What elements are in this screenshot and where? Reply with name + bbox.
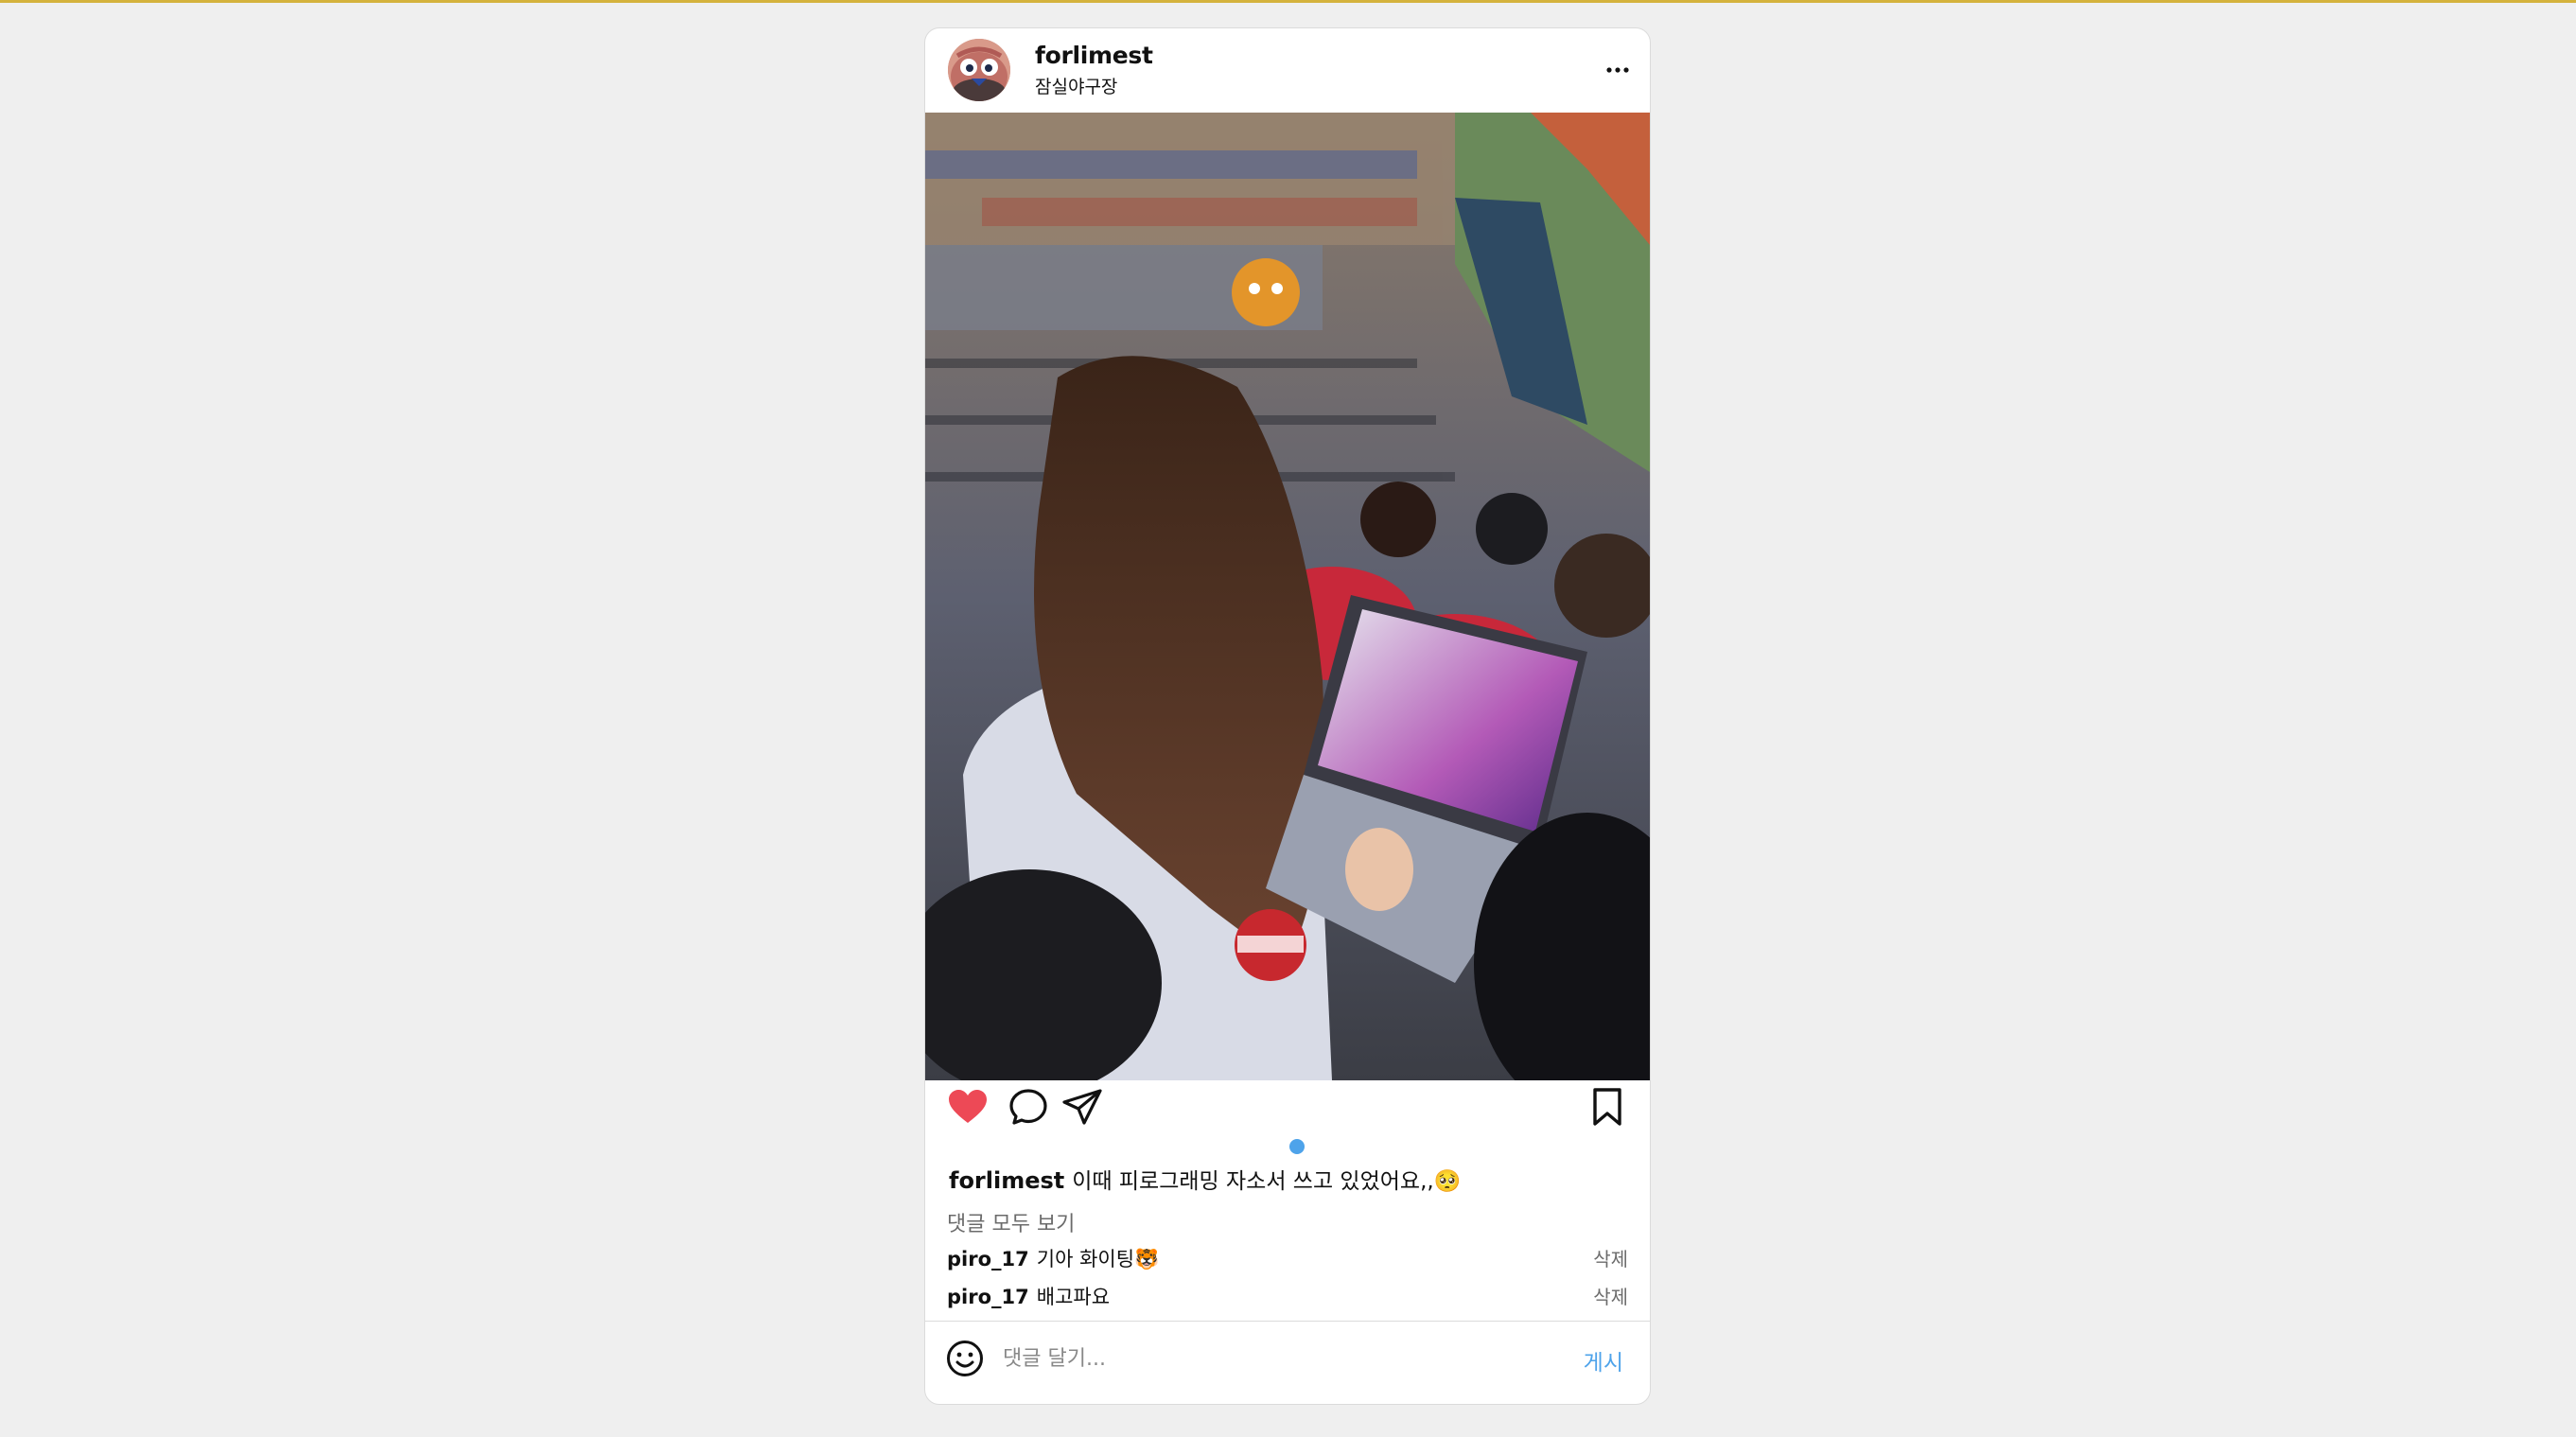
more-icon (1606, 67, 1629, 73)
smiley-icon (947, 1341, 983, 1376)
delete-comment-button[interactable]: 삭제 (1593, 1282, 1628, 1309)
avatar[interactable] (948, 39, 1010, 101)
stadium-photo-image (925, 113, 1650, 1080)
post-photo[interactable] (925, 113, 1650, 1080)
delete-comment-button[interactable]: 삭제 (1593, 1244, 1628, 1271)
like-button[interactable] (946, 1080, 990, 1133)
comment-input[interactable] (1003, 1340, 1533, 1377)
heart-icon (949, 1090, 987, 1123)
comment-text: 기아 화이팅🐯 (1036, 1248, 1160, 1271)
caption-username[interactable]: forlimest (949, 1167, 1064, 1194)
share-button[interactable] (1057, 1080, 1108, 1133)
mascot-avatar-icon (948, 39, 1010, 101)
post-caption: forlimest 이때 피로그래밍 자소서 쓰고 있었어요,,🥺 (949, 1165, 1461, 1197)
divider (925, 1321, 1650, 1322)
more-options-button[interactable] (1603, 57, 1633, 83)
comment-button[interactable] (1007, 1080, 1050, 1133)
caption-text: 이때 피로그래밍 자소서 쓰고 있었어요,,🥺 (1072, 1169, 1462, 1194)
comment-row: piro_17 배고파요 삭제 (947, 1282, 1628, 1310)
emoji-button[interactable] (946, 1340, 984, 1377)
comment-text: 배고파요 (1036, 1286, 1111, 1308)
post-card: forlimest 잠실야구장 forlimest 이때 피로그래밍 자소서 쓰… (924, 27, 1651, 1405)
comment-username[interactable]: piro_17 (947, 1286, 1029, 1308)
comment-icon (1009, 1089, 1047, 1125)
comment-row: piro_17 기아 화이팅🐯 삭제 (947, 1244, 1628, 1272)
comment-username[interactable]: piro_17 (947, 1248, 1029, 1271)
paper-plane-icon (1062, 1089, 1102, 1125)
post-username[interactable]: forlimest (1035, 42, 1153, 69)
post-location[interactable]: 잠실야구장 (1035, 73, 1117, 98)
bookmark-icon (1593, 1088, 1621, 1126)
carousel-dot (1289, 1139, 1305, 1154)
action-bar (925, 1080, 1650, 1165)
post-comment-button[interactable]: 게시 (1584, 1344, 1623, 1376)
view-all-comments-link[interactable]: 댓글 모두 보기 (947, 1207, 1075, 1237)
post-header: forlimest 잠실야구장 (925, 28, 1650, 112)
save-button[interactable] (1586, 1080, 1629, 1133)
top-accent-line (0, 0, 2576, 3)
